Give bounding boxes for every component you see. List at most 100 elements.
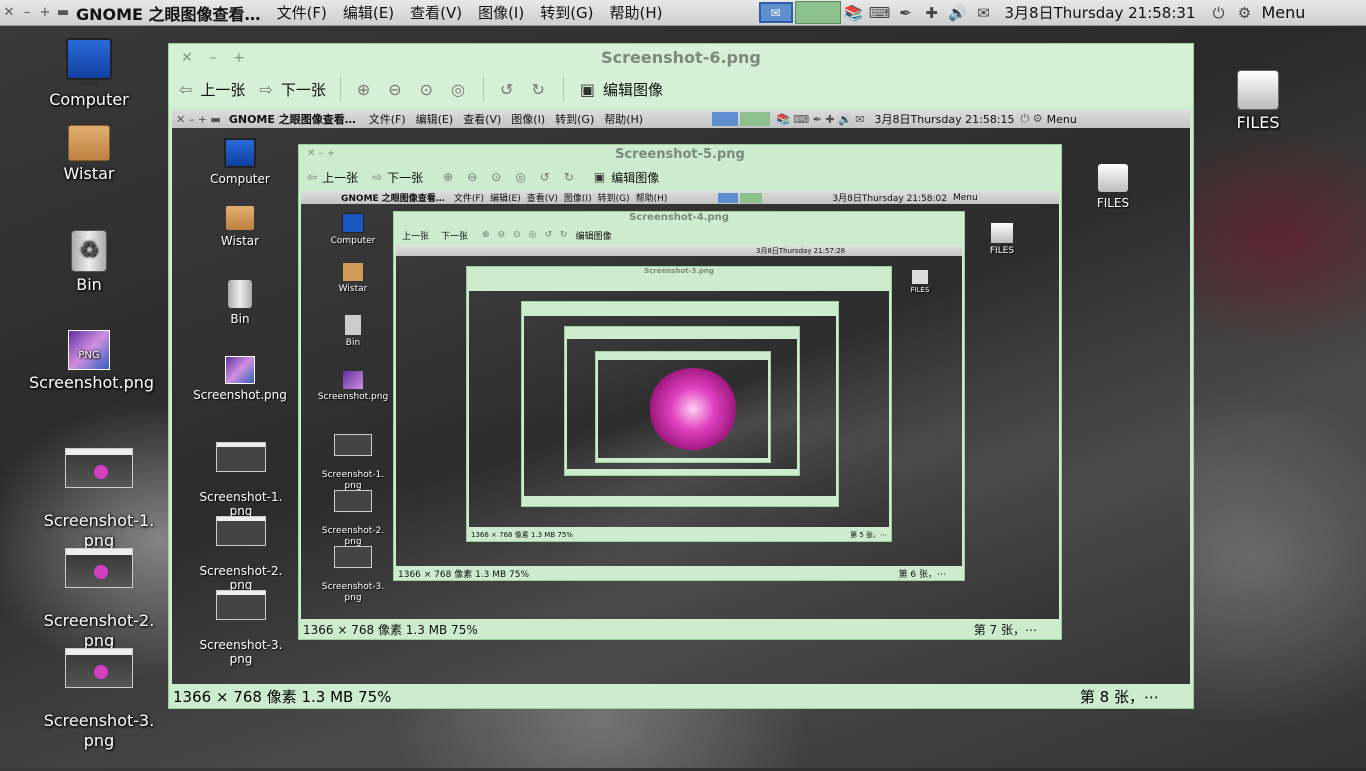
folder-icon — [68, 125, 110, 161]
image-thumbnail-icon — [65, 448, 133, 488]
nested-icon-screenshot-3: Screenshot-3. png — [196, 576, 286, 680]
nested3-clock: 3月8日Thursday 21:57:28 — [756, 247, 846, 255]
nested2-icon-bin: Bin — [323, 315, 383, 348]
image-canvas[interactable]: ✕ – + ▬ GNOME 之眼图像查看… 文件(F) 编辑(E) 查看(V) … — [172, 110, 1190, 685]
nested-icon-label: FILES — [1096, 196, 1130, 210]
nested2-menu: 帮助(H) — [635, 194, 668, 204]
nested2-window-title: Screenshot-4.png — [629, 212, 729, 223]
desktop-icon-screenshot-3[interactable]: Screenshot-3. png — [39, 628, 159, 771]
rotate-left-icon[interactable]: ↺ — [500, 80, 513, 99]
nested-status-left: 1366 × 768 像素 1.3 MB 75% — [303, 622, 478, 637]
desktop-icon-files[interactable]: FILES — [1198, 70, 1318, 132]
nested2-next-label: 下一张 — [441, 231, 469, 242]
nested-status-right: 第 7 张，⋯ — [973, 622, 1037, 637]
nested-prev-label: 上一张 — [322, 170, 359, 185]
next-label: 下一张 — [280, 80, 326, 99]
nested3-icon-files: FILES — [900, 270, 940, 294]
viewer-toolbar: ⇦ 上一张 ⇨ 下一张 ⊕ ⊖ ⊙ ◎ ↺ ↻ ▣ 编辑图像 — [169, 72, 1193, 106]
menu-view[interactable]: 查看(V) — [410, 2, 462, 23]
nested-icon-computer: Computer — [200, 138, 280, 186]
nested2-icon-label: FILES — [989, 246, 1015, 256]
nested-top-panel: ✕ – + ▬ GNOME 之眼图像查看… 文件(F) 编辑(E) 查看(V) … — [172, 110, 1190, 128]
toolbar-separator — [483, 77, 485, 101]
arrow-right-icon: ⇨ — [259, 79, 273, 99]
png-file-icon: PNG — [68, 330, 110, 370]
next-button[interactable]: ⇨ 下一张 — [259, 79, 325, 100]
edit-image-label: 编辑图像 — [602, 80, 663, 99]
zoom-in-icon[interactable]: ⊕ — [357, 80, 370, 99]
status-image-index: 第 8 张，⋯ — [1079, 687, 1159, 706]
desktop-icon-label: FILES — [1236, 113, 1280, 132]
nested2-app-title: GNOME 之眼图像查看… — [341, 194, 445, 204]
nested2-status-right: 第 6 张，⋯ — [898, 569, 946, 580]
mail-icon[interactable]: ✉ — [973, 2, 995, 24]
menu-go[interactable]: 转到(G) — [540, 2, 593, 23]
maximize-icon[interactable]: + — [36, 5, 54, 20]
books-icon[interactable]: 📚 — [843, 2, 865, 24]
app-title: GNOME 之眼图像查看… — [76, 4, 261, 24]
nested-icon-label: Screenshot-3. png — [199, 638, 283, 666]
minimize-icon[interactable]: – — [18, 5, 36, 20]
desktop-icon-bin[interactable]: ♻ Bin — [29, 230, 149, 294]
taskbar-workspace-button[interactable] — [794, 1, 841, 24]
flower-image — [648, 368, 738, 450]
rotate-right-icon[interactable]: ↻ — [531, 80, 544, 99]
desktop-icon-computer[interactable]: Computer — [29, 38, 149, 109]
nested2-menu: 转到(G) — [597, 194, 630, 204]
main-menu-button[interactable]: Menu — [1262, 3, 1306, 22]
edit-image-icon: ▣ — [579, 79, 595, 99]
nested-menu-label: Menu — [1046, 112, 1077, 126]
menu-edit[interactable]: 编辑(E) — [343, 2, 394, 23]
nested2-image-canvas: 3月8日Thursday 21:57:28 FILES Screenshot-3… — [396, 246, 962, 566]
nested-window-title: Screenshot-5.png — [615, 147, 745, 162]
nested4-image-canvas — [524, 316, 836, 496]
toolbar-separator — [562, 77, 564, 101]
image-viewer-window: ✕ – + Screenshot-6.png ⇦ 上一张 ⇨ 下一张 ⊕ ⊖ ⊙… — [168, 43, 1194, 709]
nested3-image-canvas — [469, 291, 889, 527]
nested6-image-canvas — [598, 360, 768, 458]
nested5-viewer-window — [564, 326, 800, 476]
previous-button[interactable]: ⇦ 上一张 — [179, 79, 245, 100]
nested2-prev-label: 上一张 — [402, 231, 430, 242]
pen-icon[interactable]: ✒ — [895, 2, 917, 24]
top-panel: ✕ – + ▬ GNOME 之眼图像查看… 文件(F) 编辑(E) 查看(V) … — [0, 0, 1366, 26]
status-image-info: 1366 × 768 像素 1.3 MB 75% — [173, 687, 392, 706]
zoom-fit-icon[interactable]: ◎ — [451, 80, 465, 99]
menu-help[interactable]: 帮助(H) — [610, 2, 663, 23]
nested2-status-left: 1366 × 768 像素 1.3 MB 75% — [398, 569, 530, 580]
desktop-icon-wistar[interactable]: Wistar — [29, 125, 149, 183]
nested-menu: 编辑(E) — [415, 113, 454, 126]
window-titlebar[interactable]: ✕ – + Screenshot-6.png — [169, 44, 1193, 72]
keyboard-icon[interactable]: ⌨ — [869, 2, 891, 24]
nested-menu: 图像(I) — [511, 113, 546, 126]
nested3-status-left: 1366 × 768 像素 1.3 MB 75% — [471, 531, 573, 539]
menu-image[interactable]: 图像(I) — [478, 2, 524, 23]
nested6-viewer-window — [595, 351, 771, 463]
zoom-normal-icon[interactable]: ⊙ — [420, 80, 433, 99]
computer-icon — [66, 38, 112, 86]
window-title: Screenshot-6.png — [601, 48, 761, 67]
desktop-icon-screenshot[interactable]: PNG Screenshot.png — [29, 330, 154, 392]
puzzle-icon[interactable]: ✚ — [921, 2, 943, 24]
nested-icon-label: Screenshot.png — [193, 388, 287, 402]
clock[interactable]: 3月8日Thursday 21:58:31 — [1005, 2, 1196, 23]
nested3-statusbar: 1366 × 768 像素 1.3 MB 75% 第 5 张，⋯ — [467, 529, 891, 541]
desktop-icon-label: Screenshot-3. png — [43, 711, 155, 750]
power-icon[interactable]: ⏻ — [1208, 2, 1230, 24]
zoom-out-icon[interactable]: ⊖ — [388, 80, 401, 99]
close-icon[interactable]: ✕ — [0, 5, 18, 20]
menu-file[interactable]: 文件(F) — [277, 2, 327, 23]
nested2-top-panel: GNOME 之眼图像查看… 文件(F) 编辑(E) 查看(V) 图像(I) 转到… — [301, 191, 1059, 204]
nested-tray-icons: 📚 ⌨ ✒ ✚ 🔊 ✉ — [776, 112, 865, 126]
taskbar-viewer-button[interactable]: ✉ — [758, 2, 793, 23]
app-window-icon: ▬ — [56, 5, 70, 20]
volume-icon[interactable]: 🔊 — [947, 2, 969, 24]
nested2-menu-label: Menu — [953, 192, 978, 203]
gear-icon[interactable]: ⚙ — [1234, 2, 1256, 24]
edit-image-button[interactable]: ▣ 编辑图像 — [580, 79, 663, 100]
arrow-left-icon: ⇦ — [179, 79, 193, 99]
nested-statusbar: 1366 × 768 像素 1.3 MB 75% 第 7 张，⋯ — [299, 619, 1061, 639]
nested3-window-title: Screenshot-3.png — [644, 267, 714, 275]
nested4-viewer-window — [521, 301, 839, 507]
nested-power-icon: ⏻ ⚙ — [1020, 112, 1043, 125]
